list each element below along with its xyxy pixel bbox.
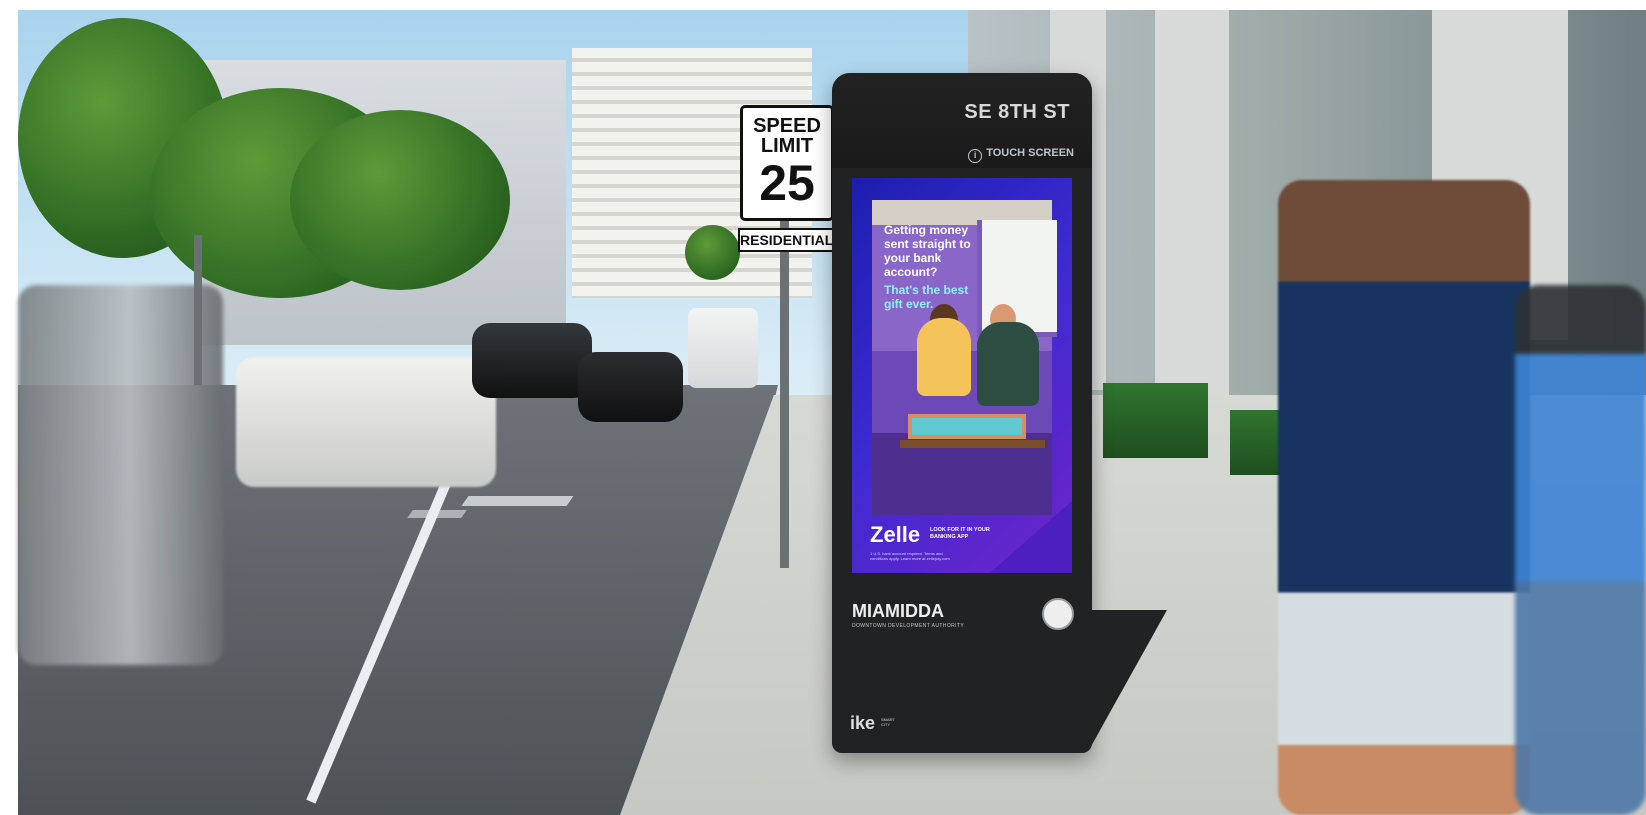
ad-window <box>977 220 1057 337</box>
tree-canopy-3 <box>290 110 510 290</box>
digital-kiosk[interactable]: SE 8TH ST i TOUCH SCREEN Getting money se… <box>832 73 1092 753</box>
speed-limit-value: 25 <box>759 155 815 211</box>
speed-sign-middle-text: LIMIT <box>760 135 814 157</box>
ad-coffee-table <box>900 440 1045 478</box>
white-sedan <box>236 357 496 487</box>
distant-light-pole <box>194 235 202 385</box>
ad-fine-print: 1 U.S. bank account required. Terms and … <box>870 551 950 561</box>
walking-man-blue-shirt <box>1278 180 1530 815</box>
blurred-car-left <box>18 285 223 665</box>
info-icon: i <box>968 149 983 163</box>
kiosk-screen[interactable]: Getting money sent straight to your bank… <box>852 178 1072 573</box>
tree-canopy-4 <box>685 225 740 280</box>
city-seal-icon <box>1042 598 1074 630</box>
street-photo: SPEED LIMIT 25 RESIDENTIAL SE 8TH ST i TO… <box>0 0 1646 815</box>
walking-man-right <box>1515 285 1646 815</box>
ike-subtitle: SMART CITY <box>881 717 895 727</box>
miami-dda-logo: MIAMIDDA <box>852 601 944 621</box>
speed-sign-top-text: SPEED <box>753 115 821 137</box>
planter-left <box>1103 383 1208 458</box>
white-van <box>688 308 758 388</box>
ad-gifts <box>908 414 1026 439</box>
ad-woman <box>917 318 971 396</box>
touch-screen-text: TOUCH SCREEN <box>986 147 1074 159</box>
residential-sign: RESIDENTIAL <box>738 228 834 252</box>
ad-subline: That's the best gift ever. <box>884 283 969 311</box>
lane-marker-1 <box>461 496 574 506</box>
ad-headline: Getting money sent straight to your bank… <box>884 223 971 279</box>
ike-logo: ike <box>850 713 876 733</box>
black-suv <box>472 323 592 398</box>
ad-man <box>977 322 1039 406</box>
ad-brand-note: LOOK FOR IT IN YOUR BANKING APP <box>930 527 990 540</box>
ad-brand-logo: Zelle <box>870 522 921 547</box>
touch-screen-label: i TOUCH SCREEN <box>968 147 1074 163</box>
speed-limit-sign: SPEED LIMIT 25 <box>740 105 834 221</box>
dark-coupe <box>578 352 683 422</box>
kiosk-street-name: SE 8TH ST <box>964 101 1070 123</box>
sign-pole <box>780 208 789 568</box>
miami-dda-subtitle: DOWNTOWN DEVELOPMENT AUTHORITY <box>852 623 965 629</box>
